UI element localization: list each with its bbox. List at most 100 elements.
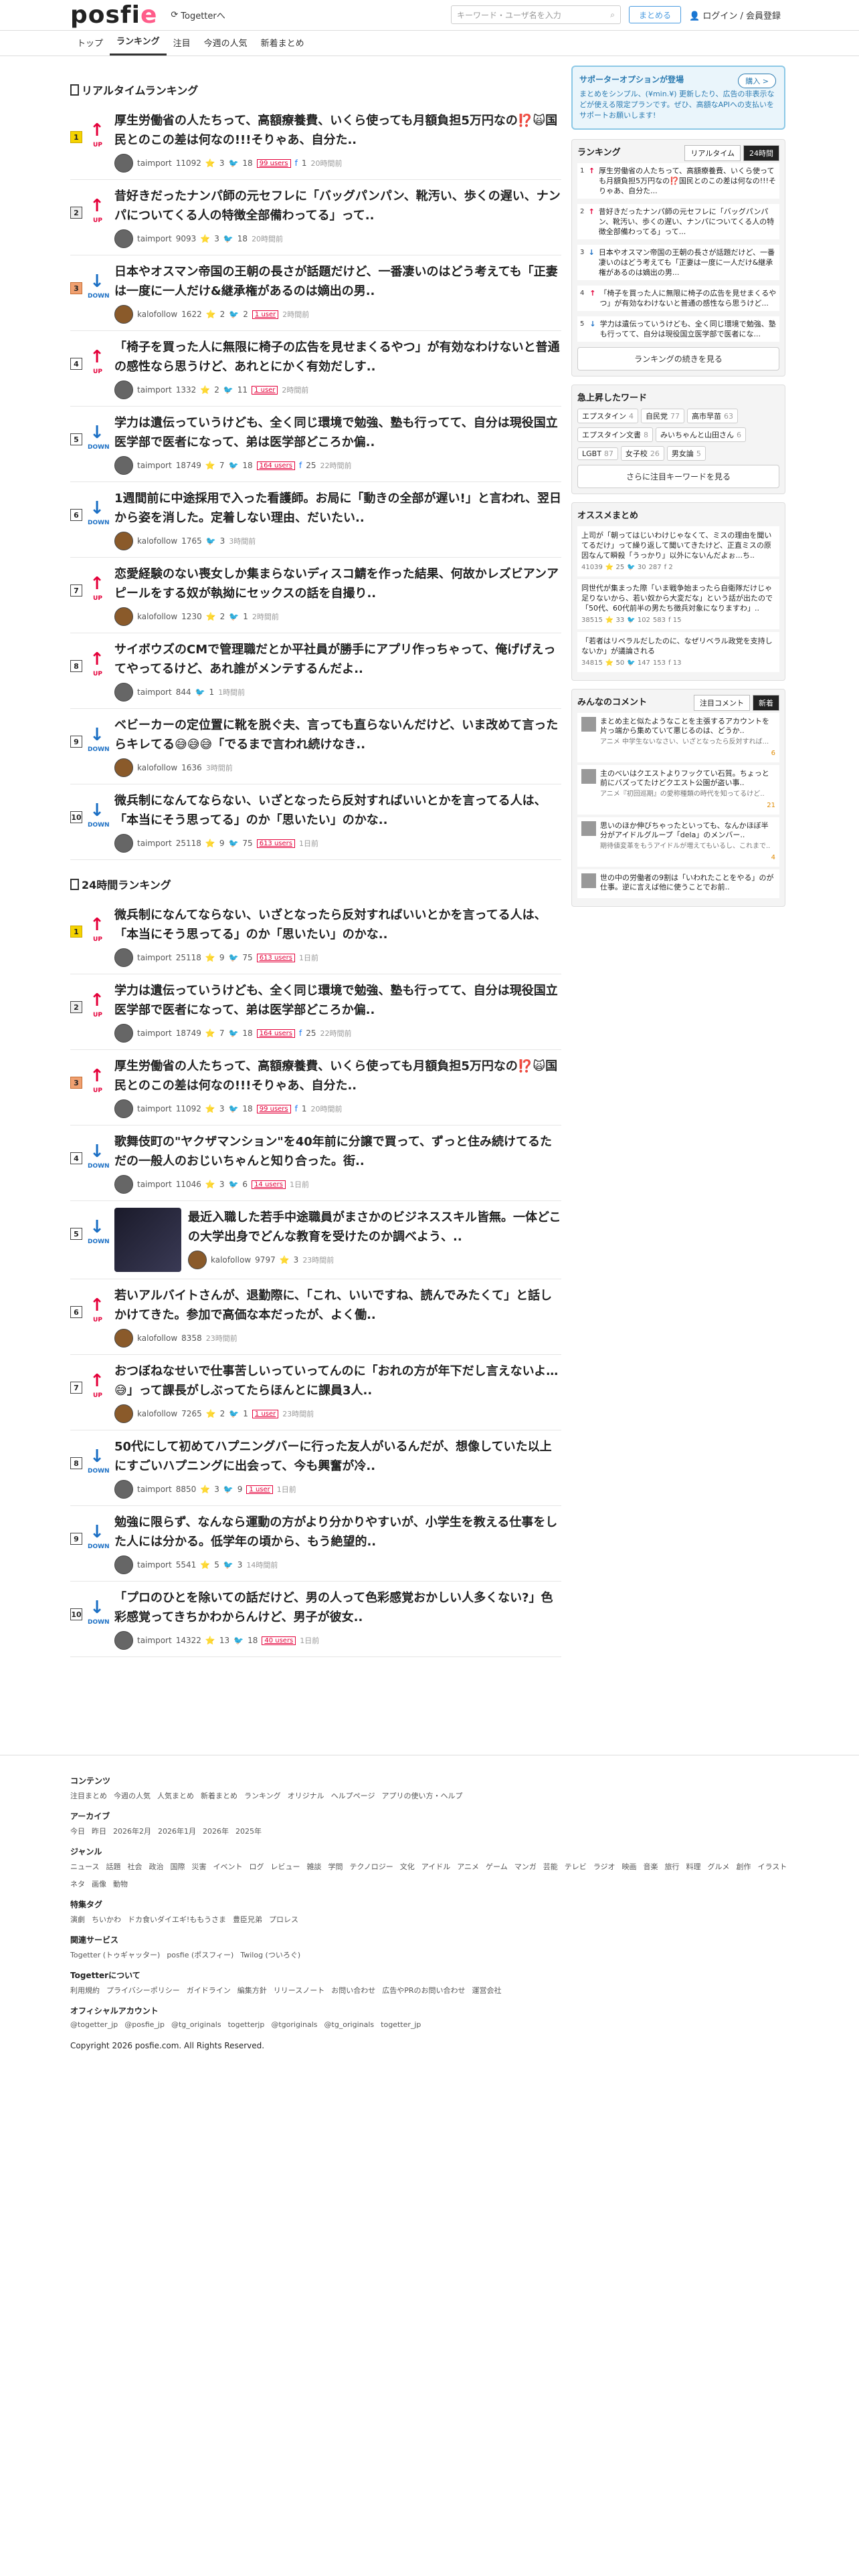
sidebar-ranking-item[interactable]: 5 ↓ 学力は遺伝っていうけども、全く同じ環境で勉強、塾も行ってて、自分は現役国立医… <box>577 316 779 342</box>
footer-link[interactable]: 今週の人気 <box>114 1790 151 1801</box>
avatar[interactable] <box>114 1631 133 1650</box>
ranking-item[interactable]: 3 ↑ UP 厚生労働省の人たちって、高額療養費、いくら使っても月額負担5万円なの⁉️… <box>70 1050 561 1125</box>
sidebar-ranking-item[interactable]: 1 ↑ 厚生労働省の人たちって、高額療養費、いくら使っても月額負担5万円なの⁉️国民… <box>577 163 779 199</box>
keyword-tag[interactable]: 女子校 26 <box>620 446 664 461</box>
ranking-title[interactable]: おつぼねなせいで仕事苦しいっていってんのに「おれの方が年下だし言えないよ…😅」っ… <box>114 1362 561 1400</box>
comment-item[interactable]: 主のべいはクエストよりフックてい石質。ちょっと前にバズってたけどクエスト公園が盗… <box>577 765 779 815</box>
ranking-item[interactable]: 7 ↑ UP 恋愛経験のない喪女しか集まらないディスコ鯖を作った結果、何故かレズビアン… <box>70 558 561 633</box>
author-name[interactable]: kalofollow <box>137 310 177 319</box>
buy-button[interactable]: 購入 > <box>738 74 776 88</box>
ranking-title[interactable]: 微兵制になんてならない、いざとなったら反対すればいいとかを言ってる人は、「本当に… <box>114 791 561 830</box>
supporter-promo[interactable]: サポーターオプションが登場 まとめをシンプル、(¥min.¥) 更新したり、広告… <box>571 66 785 130</box>
footer-link[interactable]: お問い合わせ <box>331 1985 375 1996</box>
footer-link[interactable]: マンガ <box>514 1861 537 1872</box>
avatar[interactable] <box>114 229 133 248</box>
ranking-title[interactable]: 微兵制になんてならない、いざとなったら反対すればいいとかを言ってる人は、「本当に… <box>114 905 561 944</box>
footer-link[interactable]: 編集方針 <box>237 1985 267 1996</box>
ranking-item[interactable]: 1 ↑ UP 厚生労働省の人たちって、高額療養費、いくら使っても月額負担5万円なの⁉️… <box>70 104 561 180</box>
author-name[interactable]: kalofollow <box>137 536 177 546</box>
ranking-item[interactable]: 10 ↓ DOWN 微兵制になんてならない、いざとなったら反対すればいいとかを言ってる… <box>70 784 561 860</box>
footer-link[interactable]: 芸能 <box>543 1861 558 1872</box>
keyword-tag[interactable]: みいちゃんと山田さん 6 <box>656 427 746 442</box>
users-badge[interactable]: 1 user <box>246 1485 273 1494</box>
nav-ranking[interactable]: ランキング <box>110 34 167 56</box>
footer-link[interactable]: イラスト <box>757 1861 787 1872</box>
nav-top[interactable]: トップ <box>70 36 110 56</box>
keyword-tag[interactable]: 高市早苗 63 <box>687 409 738 423</box>
footer-link[interactable]: 文化 <box>400 1861 415 1872</box>
avatar[interactable] <box>188 1251 207 1269</box>
avatar[interactable] <box>114 1555 133 1574</box>
sidebar-ranking-item[interactable]: 4 ↑ 「椅子を買った人に無限に椅子の広告を見せまくるやつ」が有効なわけないと普通の… <box>577 286 779 311</box>
footer-link[interactable]: @tgoriginals <box>271 2020 317 2029</box>
ranking-item[interactable]: 1 ↑ UP 微兵制になんてならない、いざとなったら反対すればいいとかを言ってる人は、… <box>70 899 561 974</box>
footer-link[interactable]: ドカ食いダイエギ!ももうさま <box>128 1914 226 1925</box>
ranking-item[interactable]: 5 ↓ DOWN 最近入職した若手中途職員がまさかのビジネススキル皆無。一体どこの大学… <box>70 1201 561 1279</box>
author-name[interactable]: kalofollow <box>137 1409 177 1418</box>
recommended-item[interactable]: 上司が「朝ってはじいわけじゃなくて、ミスの理由を聞いてるだけ」って繰り返して聞い… <box>577 526 779 576</box>
footer-link[interactable]: 昨日 <box>92 1826 106 1836</box>
avatar[interactable] <box>114 154 133 173</box>
author-name[interactable]: taimport <box>137 461 172 470</box>
footer-link[interactable]: @tg_originals <box>171 2020 221 2029</box>
footer-link[interactable]: 話題 <box>106 1861 120 1872</box>
ranking-item[interactable]: 6 ↑ UP 若いアルバイトさんが、退勤際に、「これ、いいですね、読んでみたくて」と話… <box>70 1279 561 1355</box>
sidebar-ranking-item[interactable]: 2 ↑ 昔好きだったナンパ師の元セフレに「バッグパンパン、靴汚い、歩くの遅い、ナンパ… <box>577 204 779 239</box>
footer-link[interactable]: 2026年2月 <box>113 1826 151 1836</box>
footer-link[interactable]: ラジオ <box>593 1861 615 1872</box>
ranking-item[interactable]: 9 ↓ DOWN 勉強に限らず、なんなら運動の方がより分かりやすいが、小学生を教える仕… <box>70 1506 561 1582</box>
avatar[interactable] <box>114 758 133 777</box>
author-name[interactable]: taimport <box>137 1180 172 1189</box>
footer-link[interactable]: @tg_originals <box>324 2020 375 2029</box>
footer-link[interactable]: ネタ <box>70 1879 85 1889</box>
footer-link[interactable]: テレビ <box>565 1861 587 1872</box>
avatar[interactable] <box>114 1480 133 1499</box>
footer-link[interactable]: 注目まとめ <box>70 1790 107 1801</box>
footer-link[interactable]: ちいかわ <box>92 1914 121 1925</box>
footer-link[interactable]: @togetter_jp <box>70 2020 118 2029</box>
nav-featured[interactable]: 注目 <box>167 36 197 56</box>
keyword-tag[interactable]: エプスタイン文書 8 <box>577 427 653 442</box>
avatar[interactable] <box>114 1099 133 1118</box>
ranking-title[interactable]: 厚生労働省の人たちって、高額療養費、いくら使っても月額負担5万円なの⁉️🙀国民と… <box>114 111 561 150</box>
footer-link[interactable]: posfie (ポスフィー) <box>167 1949 233 1960</box>
ranking-item[interactable]: 4 ↑ UP 「椅子を買った人に無限に椅子の広告を見せまくるやつ」が有効なわけないと普… <box>70 331 561 407</box>
author-name[interactable]: kalofollow <box>211 1255 251 1265</box>
sidebar-ranking-item[interactable]: 3 ↓ 日本やオスマン帝国の王朝の長さが話題だけど、一番凄いのはどう考えても「正妻は… <box>577 245 779 280</box>
footer-link[interactable]: 学問 <box>328 1861 343 1872</box>
footer-link[interactable]: 人気まとめ <box>157 1790 194 1801</box>
footer-link[interactable]: ログ <box>249 1861 264 1872</box>
ranking-item[interactable]: 5 ↓ DOWN 学力は遺伝っていうけども、全く同じ環境で勉強、塾も行ってて、自分は現… <box>70 407 561 482</box>
comment-item[interactable]: 世の中の労働者の9割は「いわれたことをやる」のが仕事。逆に言えば他に使うことでお… <box>577 869 779 898</box>
users-badge[interactable]: 613 users <box>256 839 295 848</box>
ranking-item[interactable]: 10 ↓ DOWN 「プロのひとを除いての話だけど、男の人って色彩感覚おかしい人多くな… <box>70 1582 561 1657</box>
users-badge[interactable]: 1 user <box>252 1409 279 1418</box>
footer-link[interactable]: アイドル <box>421 1861 450 1872</box>
ranking-title[interactable]: 50代にして初めてハプニングバーに行った友人がいるんだが、想像していた以上にすご… <box>114 1437 561 1476</box>
footer-link[interactable]: 利用規約 <box>70 1985 100 1996</box>
users-badge[interactable]: 164 users <box>256 1029 295 1038</box>
footer-link[interactable]: @posfie_jp <box>124 2020 165 2029</box>
author-name[interactable]: taimport <box>137 158 172 168</box>
author-name[interactable]: taimport <box>137 1104 172 1113</box>
users-badge[interactable]: 14 users <box>252 1180 286 1189</box>
keyword-tag[interactable]: 自民党 77 <box>641 409 684 423</box>
footer-link[interactable]: 今日 <box>70 1826 85 1836</box>
footer-link[interactable]: プロレス <box>269 1914 298 1925</box>
footer-link[interactable]: 災害 <box>191 1861 206 1872</box>
footer-link[interactable]: ヘルプページ <box>331 1790 375 1801</box>
ranking-more-button[interactable]: ランキングの続きを見る <box>577 347 779 370</box>
posfie-logo[interactable]: posfie <box>70 1 157 29</box>
users-badge[interactable]: 1 user <box>252 385 278 395</box>
ranking-item[interactable]: 3 ↓ DOWN 日本やオスマン帝国の王朝の長さが話題だけど、一番凄いのはどう考えても… <box>70 255 561 331</box>
footer-link[interactable]: テクノロジー <box>349 1861 393 1872</box>
footer-link[interactable]: togetter_jp <box>381 2020 421 2029</box>
footer-link[interactable]: 2026年 <box>203 1826 229 1836</box>
footer-link[interactable]: 雑談 <box>306 1861 321 1872</box>
ranking-title[interactable]: 厚生労働省の人たちって、高額療養費、いくら使っても月額負担5万円なの⁉️🙀国民と… <box>114 1057 561 1095</box>
footer-link[interactable]: Togetter (トゥギャッター) <box>70 1949 160 1960</box>
author-name[interactable]: taimport <box>137 687 172 697</box>
footer-link[interactable]: 音楽 <box>643 1861 658 1872</box>
footer-link[interactable]: 画像 <box>92 1879 106 1889</box>
footer-link[interactable]: 創作 <box>736 1861 751 1872</box>
